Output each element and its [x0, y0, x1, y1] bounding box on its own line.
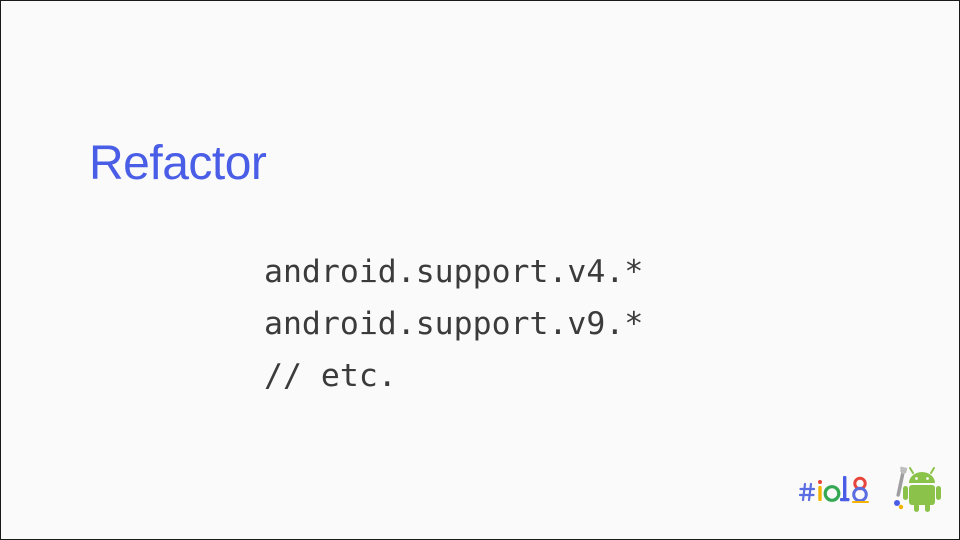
android-mascot-icon: [894, 466, 941, 512]
slide: Refactor android.support.v4.* android.su…: [1, 1, 959, 539]
code-block: android.support.v4.* android.support.v9.…: [264, 246, 643, 402]
code-line: android.support.v4.*: [264, 254, 644, 290]
code-line: android.support.v9.*: [264, 306, 644, 342]
io18-logo-icon: [799, 476, 869, 503]
code-line: // etc.: [264, 358, 397, 394]
slide-title: Refactor: [89, 137, 267, 190]
